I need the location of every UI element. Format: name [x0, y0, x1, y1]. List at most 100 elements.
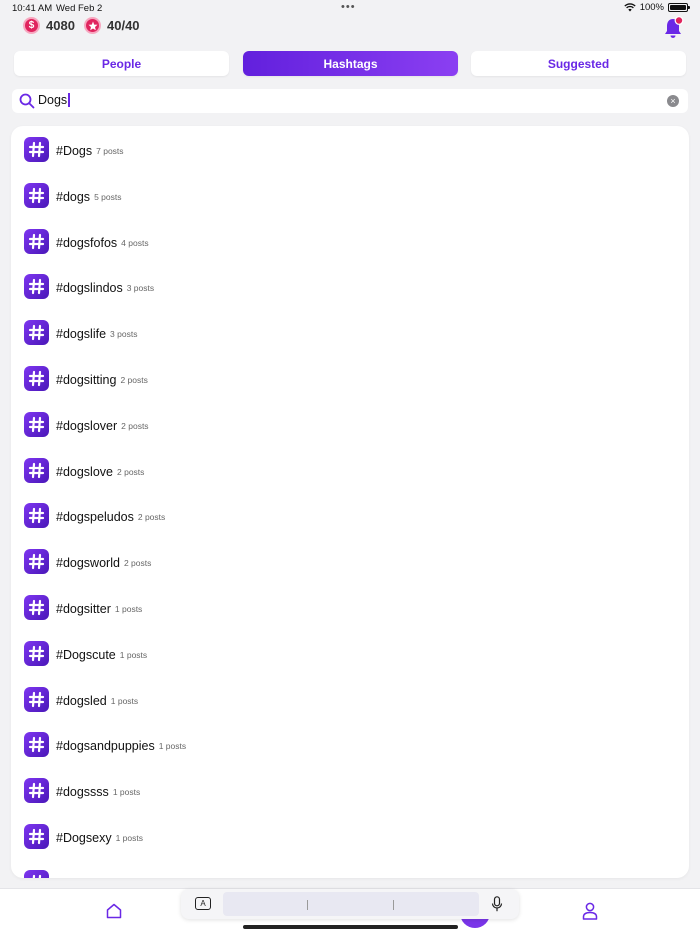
- hashtag-icon: [24, 595, 49, 620]
- profile-icon[interactable]: [582, 902, 598, 920]
- hashtag-name: #Dogsexy: [56, 831, 112, 845]
- hashtag-post-count: 2 posts: [120, 375, 148, 385]
- hashtag-row[interactable]: #dogsfofos1 posts: [11, 862, 689, 878]
- hashtag-row[interactable]: #dogs 5 posts: [11, 175, 689, 215]
- hashtag-row[interactable]: #Dogs 7 posts: [11, 129, 689, 169]
- microphone-icon[interactable]: [491, 896, 503, 912]
- hashtag-name: #dogslove: [56, 464, 113, 479]
- suggestion-divider: [393, 900, 394, 910]
- hashtag-label: #dogslover 2 posts: [56, 419, 149, 433]
- hashtag-row[interactable]: #dogsitting 2 posts: [11, 358, 689, 398]
- hashtag-post-count: 1 posts: [115, 833, 143, 843]
- star-balance[interactable]: 40/40: [84, 17, 140, 34]
- hashtag-post-count: 3 posts: [126, 283, 155, 294]
- hashtag-icon: [24, 228, 49, 254]
- hashtag-label: #Dogscute 1 posts: [56, 648, 147, 662]
- hashtag-row[interactable]: #dogslove 2 posts: [11, 450, 689, 490]
- hashtag-icon: [24, 457, 49, 483]
- hashtag-name: #dogsitter: [56, 602, 111, 616]
- hashtag-label: #dogsitter 1 posts: [56, 602, 142, 616]
- hashtag-row[interactable]: #dogsled 1 posts: [11, 679, 689, 719]
- hashtag-icon: [24, 182, 49, 208]
- hashtag-name: #dogslover: [56, 418, 118, 433]
- hashtag-icon: [24, 320, 49, 346]
- hashtag-label: #dogslife 3 posts: [56, 327, 137, 341]
- search-input[interactable]: Dogs: [38, 93, 70, 107]
- clear-search-icon[interactable]: ×: [667, 95, 679, 107]
- hashtag-label: #dogsandpuppies 1 posts: [56, 739, 186, 753]
- hashtag-row[interactable]: #dogslover 2 posts: [11, 404, 689, 444]
- hashtag-post-count: 5 posts: [94, 191, 122, 202]
- hashtag-row[interactable]: #dogsworld 2 posts: [11, 541, 689, 581]
- keyboard-suggestions[interactable]: [223, 892, 479, 916]
- hashtag-icon: [24, 778, 49, 804]
- tab-hashtags[interactable]: Hashtags: [243, 51, 458, 76]
- tab-people[interactable]: People: [14, 51, 229, 76]
- hashtag-post-count: 1 posts: [114, 604, 143, 614]
- hashtag-row[interactable]: #dogspeludos 2 posts: [11, 495, 689, 535]
- keyboard-format-button[interactable]: A: [195, 897, 211, 910]
- hashtag-row[interactable]: #dogsfofos 4 posts: [11, 221, 689, 261]
- hashtag-icon: [24, 366, 49, 391]
- hashtag-label: #dogsled 1 posts: [56, 694, 138, 708]
- hashtag-name: #dogsandpuppies: [56, 739, 155, 754]
- hashtag-label: #dogs 5 posts: [56, 190, 121, 204]
- notifications-button[interactable]: [662, 16, 684, 40]
- hashtag-row[interactable]: #dogslindos 3 posts: [11, 266, 689, 306]
- wifi-icon: [624, 3, 636, 12]
- hashtag-label: #dogsitting 2 posts: [56, 373, 148, 387]
- hashtag-name: #dogsworld: [56, 556, 120, 571]
- hashtag-name: #dogsitting: [56, 373, 117, 387]
- hashtag-row[interactable]: #Dogscute 1 posts: [11, 633, 689, 673]
- hashtag-post-count: 2 posts: [123, 558, 152, 569]
- hashtag-post-count: 2 posts: [117, 466, 145, 477]
- multitasking-dots[interactable]: •••: [341, 1, 356, 13]
- hashtag-post-count: 2 posts: [121, 420, 149, 431]
- hashtag-name: #dogslindos: [56, 281, 123, 296]
- hashtag-row[interactable]: #Dogsexy 1 posts: [11, 816, 689, 856]
- hashtag-name: #dogsfofos: [56, 877, 117, 878]
- header: $ 4080 40/40: [0, 16, 700, 40]
- hashtag-row[interactable]: #dogsandpuppies 1 posts: [11, 724, 689, 764]
- hashtag-row[interactable]: #dogslife 3 posts: [11, 312, 689, 352]
- suggestion-divider: [307, 900, 308, 910]
- hashtag-post-count: 1 posts: [119, 649, 148, 660]
- tab-suggested[interactable]: Suggested: [471, 51, 686, 76]
- keyboard-shortcut-bar: A: [181, 889, 519, 919]
- hashtag-row[interactable]: #dogssss 1 posts: [11, 770, 689, 810]
- hashtag-label: #dogsfofos 4 posts: [56, 236, 149, 250]
- hashtag-post-count: 4 posts: [121, 237, 149, 248]
- hashtag-icon: [24, 869, 49, 878]
- coin-balance[interactable]: $ 4080: [23, 17, 75, 34]
- hashtag-post-count: 1 posts: [158, 741, 187, 752]
- hashtag-name: #dogsled: [56, 693, 107, 708]
- hashtag-name: #dogs: [56, 189, 91, 204]
- hashtag-name: #dogssss: [56, 785, 109, 800]
- hashtag-label: #dogsfofos1 posts: [56, 877, 149, 878]
- hashtag-label: #Dogsexy 1 posts: [56, 831, 143, 845]
- home-indicator: [243, 925, 458, 929]
- hashtag-name: #Dogscute: [56, 647, 116, 662]
- hashtag-label: #dogspeludos 2 posts: [56, 510, 165, 524]
- hashtag-icon: [24, 686, 49, 712]
- text-caret: [68, 93, 70, 107]
- home-icon[interactable]: [106, 903, 122, 919]
- hashtag-label: #Dogs 7 posts: [56, 144, 124, 158]
- hashtag-name: #dogspeludos: [56, 510, 134, 525]
- bell-icon: [665, 16, 684, 38]
- hashtag-label: #dogslindos 3 posts: [56, 281, 154, 295]
- battery-fill: [670, 5, 686, 10]
- hashtag-icon: [24, 274, 49, 300]
- hashtag-name: #dogslife: [56, 327, 107, 342]
- coin-icon: $: [23, 17, 40, 34]
- hashtag-post-count: 1 posts: [112, 787, 141, 798]
- hashtag-post-count: 3 posts: [110, 329, 138, 340]
- hashtag-label: #dogsworld 2 posts: [56, 556, 151, 570]
- hashtag-icon: [24, 503, 49, 529]
- status-bar: 10:41 AM Wed Feb 2 ••• 100%: [0, 0, 700, 16]
- hashtag-row[interactable]: #dogsitter 1 posts: [11, 587, 689, 627]
- search-bar[interactable]: Dogs ×: [12, 89, 688, 113]
- hashtag-icon: [24, 411, 49, 437]
- hashtag-post-count: 1 posts: [110, 695, 139, 706]
- hashtag-icon: [24, 824, 49, 849]
